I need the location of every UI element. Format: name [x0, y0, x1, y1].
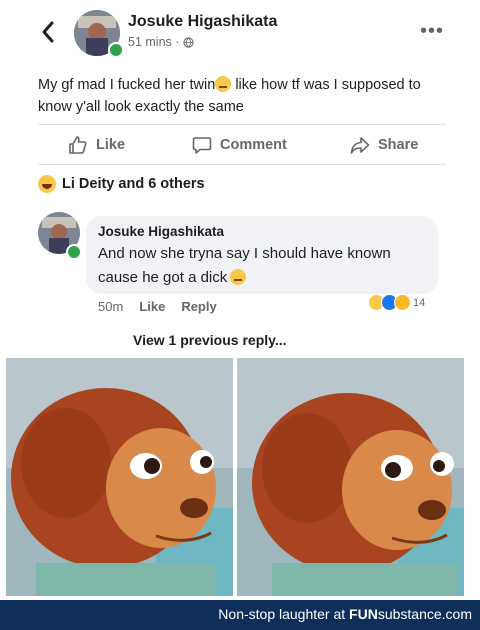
like-label: Like: [96, 137, 126, 153]
comment-bubble: Josuke Higashikata And now she tryna say…: [86, 216, 438, 294]
grimace-emoji-icon: [215, 76, 232, 92]
share-label: Share: [378, 137, 419, 153]
comment-meta: 50m Like Reply: [98, 299, 233, 314]
comment-reactions[interactable]: 14: [368, 294, 425, 311]
footer-text: Non-stop laughter at FUNsubstance.com: [218, 606, 472, 622]
grimace-emoji-icon: [230, 269, 247, 285]
comment-label: Comment: [220, 137, 287, 153]
thumbs-up-icon: [69, 136, 87, 154]
globe-icon: [183, 36, 195, 48]
post-text: My gf mad I fucked her twin: [38, 77, 216, 93]
commenter-name[interactable]: Josuke Higashikata: [98, 224, 224, 239]
meme-panel-left: [6, 358, 233, 596]
post-actions: Like Comment Share: [38, 128, 448, 162]
meme-panel-right: [237, 358, 464, 596]
like-button[interactable]: Like: [68, 128, 125, 162]
more-dots-icon[interactable]: •••: [420, 21, 444, 41]
comment-reaction-count: 14: [413, 296, 426, 309]
online-indicator: [108, 42, 124, 58]
post-body: My gf mad I fucked her twin like how tf …: [38, 74, 458, 118]
online-indicator: [66, 244, 82, 260]
post-time-text: 51 mins ·: [128, 35, 180, 49]
footer-prefix: Non-stop laughter at: [218, 606, 346, 622]
view-previous-replies-link[interactable]: View 1 previous reply...: [133, 332, 287, 348]
brand-tld: .com: [441, 606, 472, 622]
comment-like-link[interactable]: Like: [139, 299, 165, 314]
comment-button[interactable]: Comment: [192, 128, 287, 162]
chevron-left-icon[interactable]: [38, 18, 58, 46]
post-header: Josuke Higashikata 51 mins · •••: [0, 0, 480, 68]
share-arrow-icon: [350, 137, 370, 154]
reactions-summary[interactable]: Li Deity and 6 others: [38, 175, 205, 193]
reactions-text: Li Deity and 6 others: [62, 176, 205, 192]
comment-body: And now she tryna say I should have know…: [98, 242, 428, 290]
comment-reply-link[interactable]: Reply: [181, 299, 216, 314]
post-timestamp: 51 mins ·: [128, 35, 195, 49]
comment-time: 50m: [98, 299, 124, 314]
brand-substance: substance: [377, 606, 442, 622]
brand-fun: FUN: [349, 606, 378, 622]
comment-bubble-icon: [192, 137, 212, 154]
facebook-post: Josuke Higashikata 51 mins · ••• My gf m…: [0, 0, 480, 352]
share-button[interactable]: Share: [350, 128, 418, 162]
meme-image: [6, 354, 474, 598]
haha-reaction-icon: [38, 175, 56, 193]
author-name[interactable]: Josuke Higashikata: [128, 13, 277, 31]
divider: [38, 164, 446, 165]
footer-banner: Non-stop laughter at FUNsubstance.com: [0, 600, 480, 630]
footer-brand-link[interactable]: FUNsubstance.com: [349, 606, 472, 622]
wow-reaction-icon: [394, 294, 411, 311]
divider: [38, 124, 446, 125]
